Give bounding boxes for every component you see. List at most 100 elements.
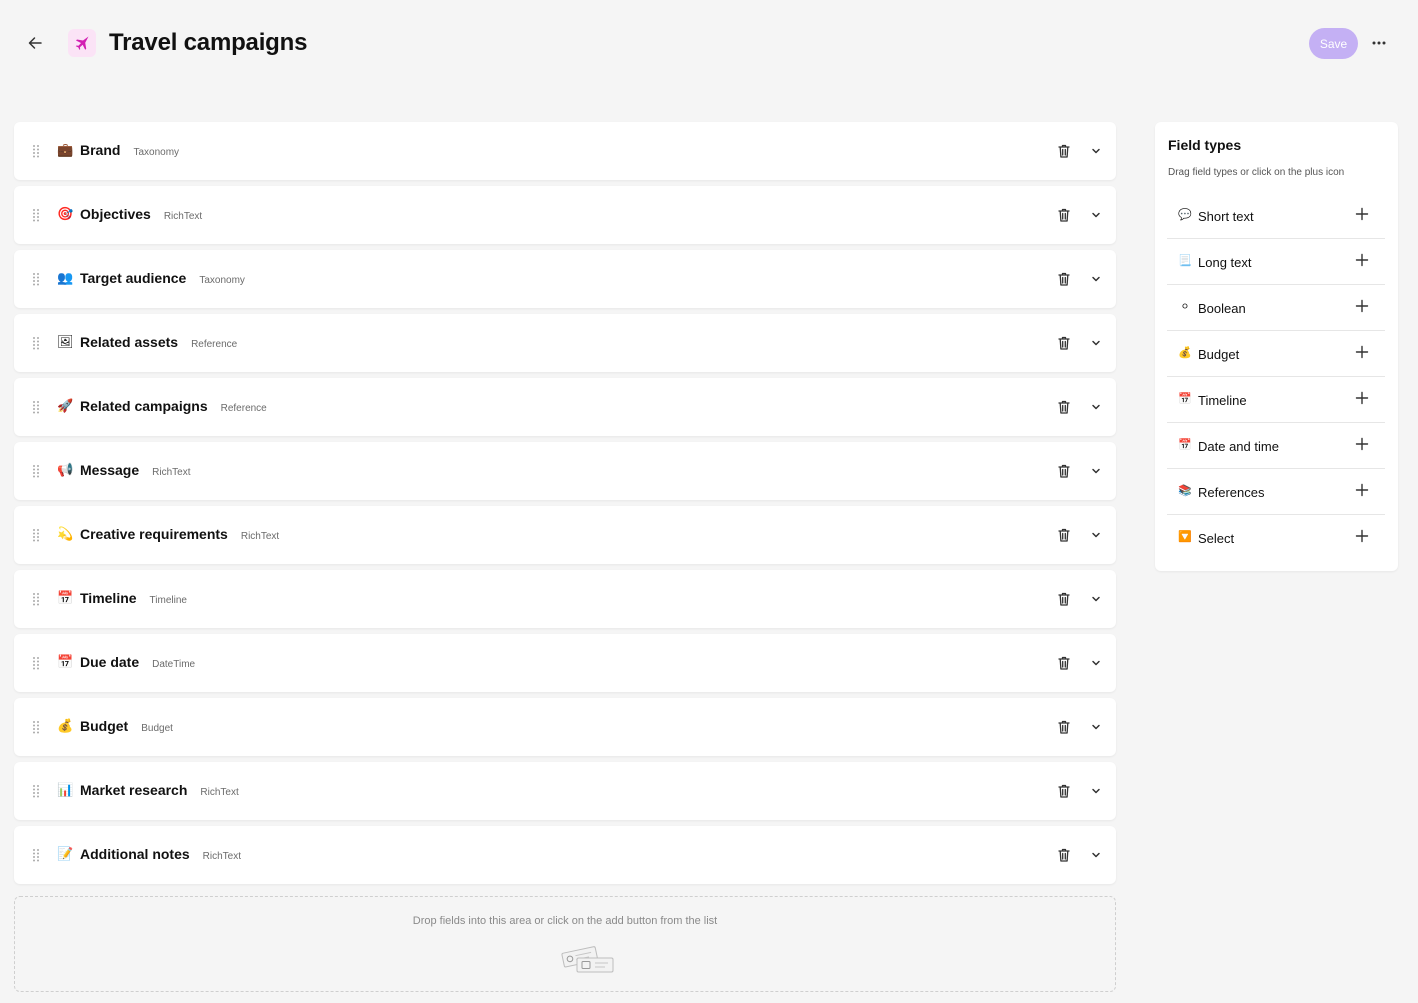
calendar-icon: 📅 [1178,392,1192,405]
drag-handle-icon[interactable] [32,463,40,479]
delete-field-button[interactable] [1055,142,1073,160]
field-row-related-campaigns[interactable]: 🚀 Related campaigns Reference [14,378,1116,436]
add-field-type-button[interactable] [1355,437,1369,451]
field-row-message[interactable]: 📢 Message RichText [14,442,1116,500]
field-type-badge: Timeline [149,595,187,606]
field-name: Timeline Timeline [80,590,187,606]
field-type-boolean[interactable]: ⚪ Boolean [1167,285,1385,331]
sparkle-icon: 💫 [57,527,74,542]
field-type-long-text[interactable]: 📃 Long text [1167,239,1385,285]
expand-field-button[interactable] [1087,590,1105,608]
expand-field-button[interactable] [1087,206,1105,224]
add-field-type-button[interactable] [1355,207,1369,221]
delete-field-button[interactable] [1055,206,1073,224]
trash-icon [1058,336,1070,350]
field-row-due-date[interactable]: 📅 Due date DateTime [14,634,1116,692]
chevron-down-icon [1092,468,1100,474]
speech-bubble-icon: 💬 [1178,208,1192,221]
delete-field-button[interactable] [1055,718,1073,736]
add-field-type-button[interactable] [1355,391,1369,405]
arrow-left-icon [28,37,42,49]
field-type-label: Date and time [1198,439,1279,454]
drop-zone-text: Drop fields into this area or click on t… [412,915,718,927]
delete-field-button[interactable] [1055,334,1073,352]
field-row-brand[interactable]: 💼 Brand Taxonomy [14,122,1116,180]
drag-handle-icon[interactable] [32,847,40,863]
expand-field-button[interactable] [1087,398,1105,416]
expand-field-button[interactable] [1087,526,1105,544]
expand-field-button[interactable] [1087,270,1105,288]
field-row-objectives[interactable]: 🎯 Objectives RichText [14,186,1116,244]
field-type-budget[interactable]: 💰 Budget [1167,331,1385,377]
expand-field-button[interactable] [1087,846,1105,864]
chevron-down-icon [1092,340,1100,346]
trash-icon [1058,400,1070,414]
field-name: Brand Taxonomy [80,142,180,158]
field-type-short-text[interactable]: 💬 Short text [1167,193,1385,239]
field-type-label: Short text [1198,209,1254,224]
field-row-budget[interactable]: 💰 Budget Budget [14,698,1116,756]
delete-field-button[interactable] [1055,590,1073,608]
field-row-market-research[interactable]: 📊 Market research RichText [14,762,1116,820]
trash-icon [1058,784,1070,798]
expand-field-button[interactable] [1087,782,1105,800]
chevron-down-icon [1092,596,1100,602]
delete-field-button[interactable] [1055,846,1073,864]
field-type-timeline[interactable]: 📅 Timeline [1167,377,1385,423]
field-type-badge: Taxonomy [199,275,245,286]
drop-zone[interactable]: Drop fields into this area or click on t… [14,896,1116,992]
add-field-type-button[interactable] [1355,345,1369,359]
drag-handle-icon[interactable] [32,527,40,543]
drag-handle-icon[interactable] [32,271,40,287]
drag-handle-icon[interactable] [32,719,40,735]
expand-field-button[interactable] [1087,142,1105,160]
expand-field-button[interactable] [1087,654,1105,672]
delete-field-button[interactable] [1055,782,1073,800]
add-field-type-button[interactable] [1355,529,1369,543]
more-options-button[interactable] [1367,30,1391,56]
field-type-label: Boolean [1198,301,1246,316]
field-type-badge: RichText [152,467,191,478]
save-button[interactable]: Save [1309,28,1358,59]
chevron-down-icon [1092,532,1100,538]
expand-field-button[interactable] [1087,334,1105,352]
trash-icon [1058,848,1070,862]
field-type-date-and-time[interactable]: 📅 Date and time [1167,423,1385,469]
field-type-select[interactable]: 🔽 Select [1167,515,1385,561]
field-row-target-audience[interactable]: 👥 Target audience Taxonomy [14,250,1116,308]
delete-field-button[interactable] [1055,398,1073,416]
delete-field-button[interactable] [1055,526,1073,544]
drag-handle-icon[interactable] [32,143,40,159]
plus-icon [1355,207,1369,221]
drag-handle-icon[interactable] [32,399,40,415]
page-title: Travel campaigns [109,29,308,56]
delete-field-button[interactable] [1055,462,1073,480]
money-bag-icon: 💰 [57,719,74,734]
drag-handle-icon[interactable] [32,207,40,223]
drag-handle-icon[interactable] [32,655,40,671]
drag-handle-icon[interactable] [32,783,40,799]
expand-field-button[interactable] [1087,718,1105,736]
field-type-list: 💬 Short text 📃 Long text ⚪ Boolean 💰 Bud… [1167,193,1385,561]
chevron-down-icon [1092,852,1100,858]
drag-handle-icon[interactable] [32,591,40,607]
field-row-timeline[interactable]: 📅 Timeline Timeline [14,570,1116,628]
add-field-type-button[interactable] [1355,483,1369,497]
field-row-related-assets[interactable]: 🖼 Related assets Reference [14,314,1116,372]
field-type-references[interactable]: 📚 References [1167,469,1385,515]
field-type-label: Timeline [1198,393,1247,408]
field-row-creative-requirements[interactable]: 💫 Creative requirements RichText [14,506,1116,564]
field-type-label: Long text [1198,255,1252,270]
drag-handle-icon[interactable] [32,335,40,351]
expand-field-button[interactable] [1087,462,1105,480]
back-button[interactable] [22,30,48,56]
field-type-label: References [1198,485,1265,500]
add-field-type-button[interactable] [1355,299,1369,313]
app-icon [68,29,96,57]
trash-icon [1058,272,1070,286]
delete-field-button[interactable] [1055,654,1073,672]
delete-field-button[interactable] [1055,270,1073,288]
field-row-additional-notes[interactable]: 📝 Additional notes RichText [14,826,1116,884]
field-type-label: Select [1198,531,1235,546]
add-field-type-button[interactable] [1355,253,1369,267]
